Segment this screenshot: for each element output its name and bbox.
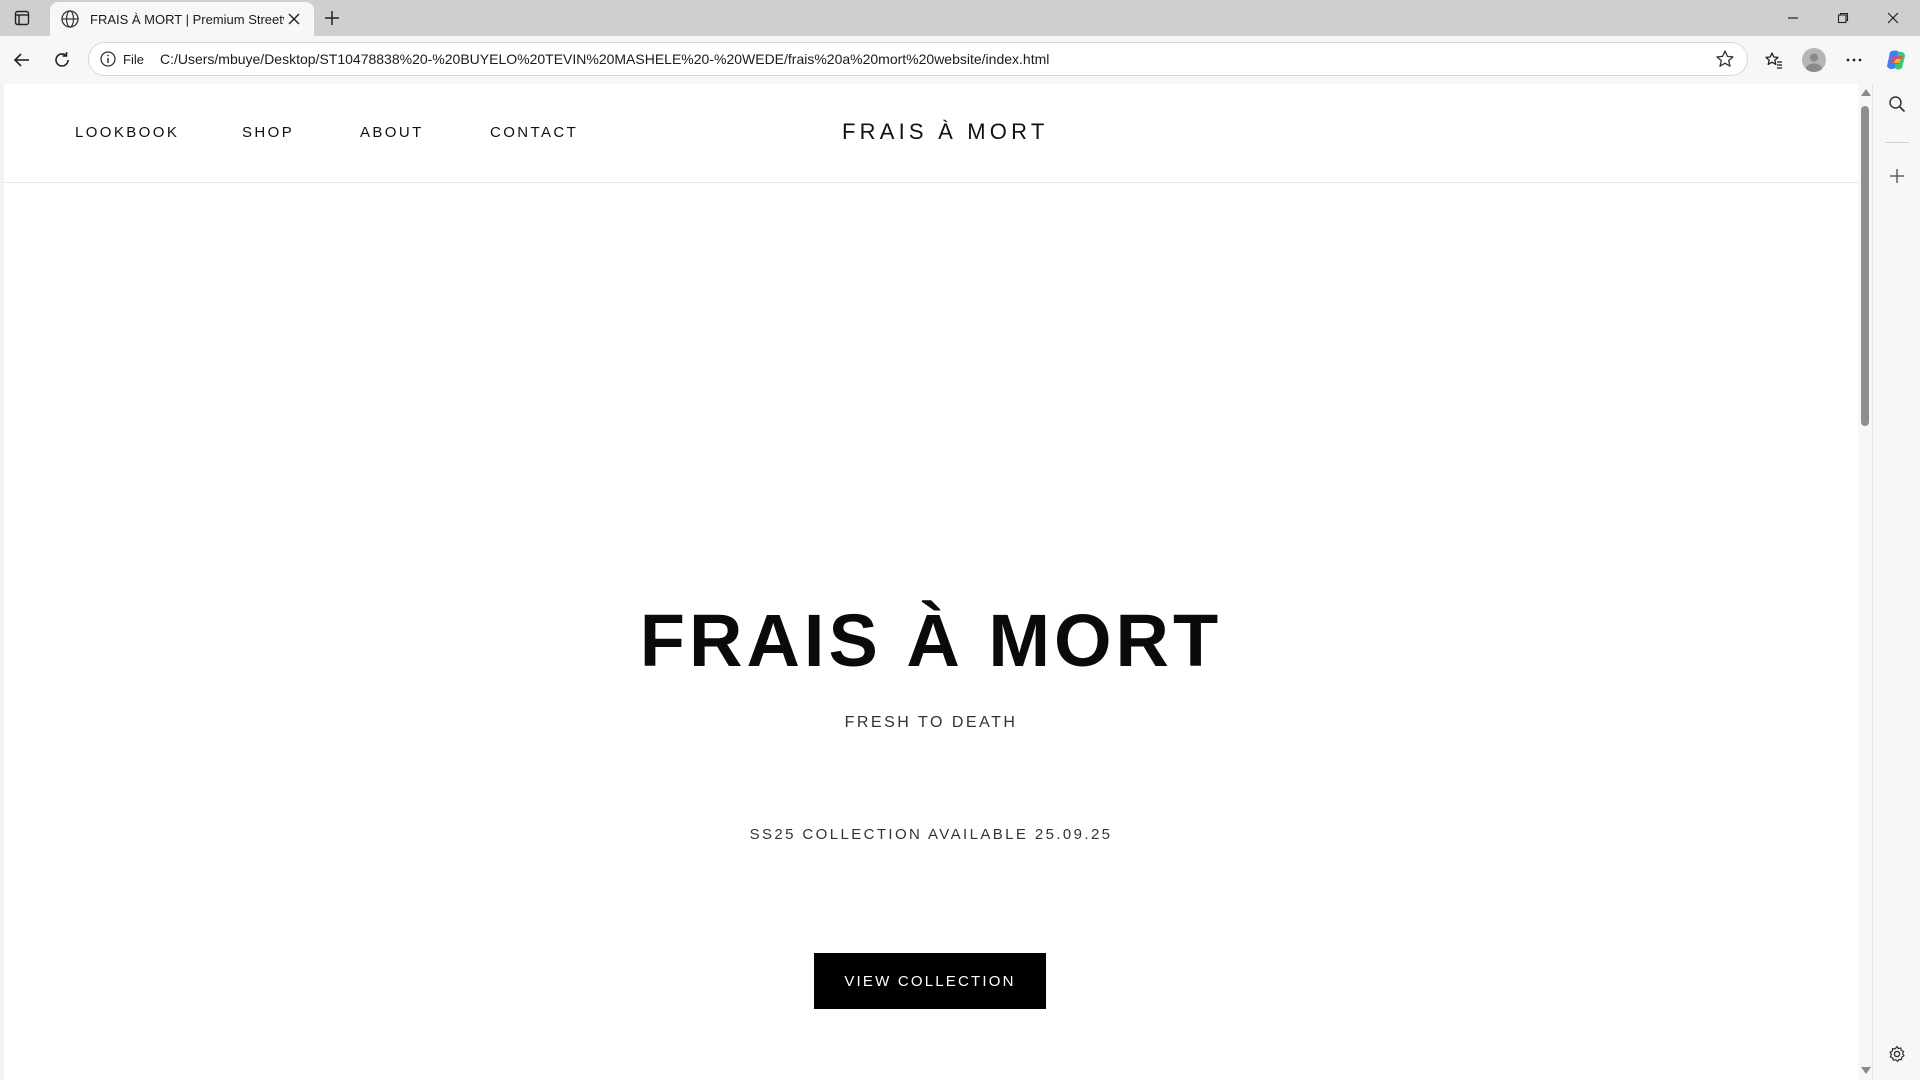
address-url[interactable]: C:/Users/mbuye/Desktop/ST10478838%20-%20… [160,51,1715,67]
globe-icon [61,10,79,28]
address-scheme-label: File [123,51,144,67]
page-viewport: LOOKBOOK SHOP ABOUT CONTACT FRAIS À MORT… [0,84,1858,1080]
page-scrollbar[interactable] [1858,84,1872,1080]
sidebar-add-icon[interactable] [1881,160,1913,192]
window-close-icon[interactable] [1870,0,1916,36]
sidebar-settings-gear-icon[interactable] [1881,1038,1913,1070]
nav-link-lookbook[interactable]: LOOKBOOK [75,124,179,141]
tab-strip: FRAIS À MORT | Premium Streetw [0,0,1920,36]
scrollbar-thumb[interactable] [1861,106,1869,426]
sidebar-search-icon[interactable] [1881,88,1913,120]
address-bar[interactable]: File C:/Users/mbuye/Desktop/ST10478838%2… [88,42,1748,76]
site-info-icon[interactable] [99,50,117,68]
browser-toolbar: File C:/Users/mbuye/Desktop/ST10478838%2… [0,36,1920,84]
site-navigation: LOOKBOOK SHOP ABOUT CONTACT FRAIS À MORT [4,84,1858,183]
minimize-icon[interactable] [1770,0,1816,36]
hero-title: FRAIS À MORT [639,599,1223,682]
tab-actions-icon [14,10,30,26]
refresh-icon[interactable] [46,44,78,76]
tab-actions-button[interactable] [6,4,38,32]
nav-link-contact[interactable]: CONTACT [490,124,578,141]
tab-title: FRAIS À MORT | Premium Streetw [90,11,284,27]
tab-close-icon[interactable] [284,9,304,29]
site-brand-logo[interactable]: FRAIS À MORT [842,119,1048,145]
favorites-icon[interactable] [1758,44,1790,76]
scroll-down-arrow-icon[interactable] [1861,1067,1871,1074]
collection-availability: SS25 COLLECTION AVAILABLE 25.09.25 [749,826,1113,843]
copilot-icon[interactable] [1880,44,1912,76]
restore-icon[interactable] [1820,0,1866,36]
view-collection-button[interactable]: VIEW COLLECTION [814,953,1046,1009]
profile-avatar[interactable] [1798,44,1830,76]
hero-subtitle: FRESH TO DEATH [844,714,1018,731]
sidebar-divider [1885,142,1909,143]
nav-link-about[interactable]: ABOUT [360,124,424,141]
scroll-up-arrow-icon[interactable] [1861,89,1871,96]
avatar-icon [1802,48,1826,72]
new-tab-plus-icon[interactable] [320,6,344,30]
browser-tab-active[interactable]: FRAIS À MORT | Premium Streetw [50,2,314,36]
browser-sidebar [1872,84,1920,1080]
nav-link-shop[interactable]: SHOP [242,124,294,141]
back-arrow-icon[interactable] [6,44,38,76]
more-menu-icon[interactable] [1838,44,1870,76]
favorite-star-icon[interactable] [1715,49,1735,69]
